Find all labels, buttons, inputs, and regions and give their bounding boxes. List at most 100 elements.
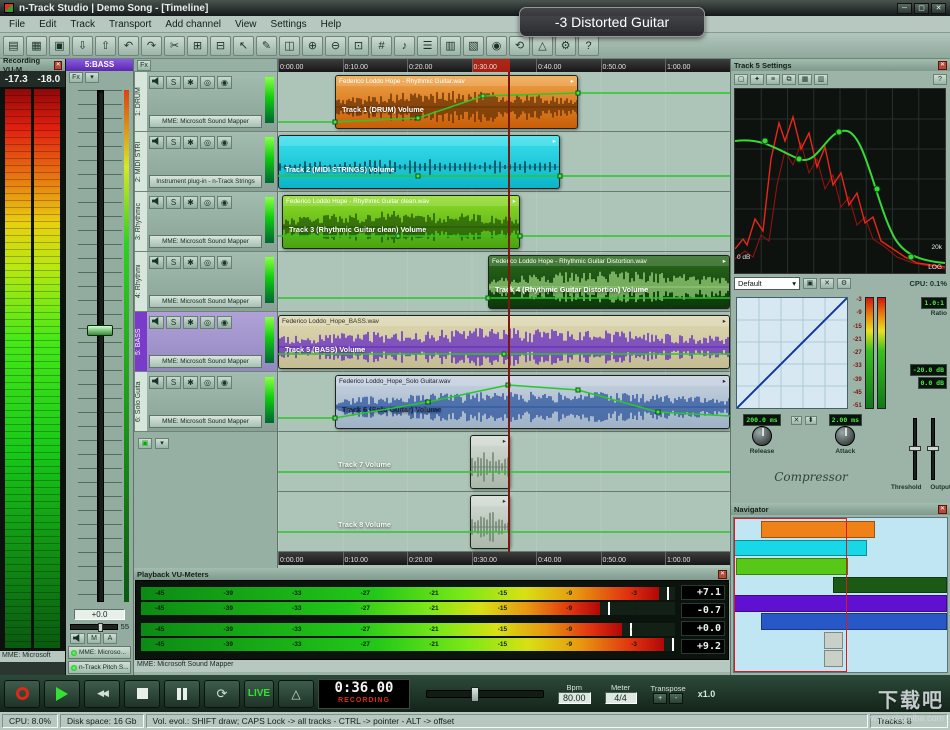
zoom-in-icon[interactable]: ⊕ xyxy=(302,36,323,56)
track-solo-button[interactable]: S xyxy=(166,256,181,269)
channel-name[interactable]: 5:BASS xyxy=(66,59,133,71)
track-device-button[interactable]: MME: Microsoft Sound Mapper xyxy=(149,415,262,428)
automation-button[interactable]: A xyxy=(103,633,117,644)
ratio-value[interactable]: 1.0:1 xyxy=(921,297,947,309)
track-pan-knob[interactable]: ◎ xyxy=(200,376,215,389)
track-speaker-icon[interactable] xyxy=(149,136,164,149)
metronome-icon[interactable]: △ xyxy=(532,36,553,56)
help-icon[interactable]: ? xyxy=(578,36,599,56)
routing-icon[interactable]: ▥ xyxy=(814,74,828,85)
time-ruler-bottom[interactable]: 0:00.000:10.000:20.000:30.000:40.000:50.… xyxy=(278,552,730,565)
track-pan-knob[interactable]: ◎ xyxy=(200,136,215,149)
playhead[interactable] xyxy=(508,72,510,552)
bpm-value[interactable]: 80.00 xyxy=(558,692,591,704)
zoom-out-icon[interactable]: ⊖ xyxy=(325,36,346,56)
menu-item-track[interactable]: Track xyxy=(63,17,102,32)
time-ruler-top[interactable]: 0:00.000:10.000:20.000:30.000:40.000:50.… xyxy=(278,59,730,72)
close-icon[interactable]: ✕ xyxy=(938,505,947,514)
cut-icon[interactable]: ✂ xyxy=(164,36,185,56)
track-speaker-icon[interactable] xyxy=(149,256,164,269)
track-fx-button[interactable]: ✱ xyxy=(183,256,198,269)
grid-icon[interactable]: ▦ xyxy=(798,74,812,85)
grid-icon[interactable]: # xyxy=(371,36,392,56)
meter-value[interactable]: 4/4 xyxy=(605,692,637,704)
loop-mode-icon[interactable]: ⟲ xyxy=(509,36,530,56)
fader-handle[interactable] xyxy=(87,325,113,336)
tools-icon[interactable]: ✦ xyxy=(750,74,764,85)
menu-item-help[interactable]: Help xyxy=(314,17,349,32)
mixer-icon[interactable]: ▥ xyxy=(440,36,461,56)
threshold-value[interactable]: -20.0 dB xyxy=(910,364,947,376)
meters-icon[interactable]: ▧ xyxy=(463,36,484,56)
copy-settings-icon[interactable]: ⧉ xyxy=(782,74,796,85)
pause-button[interactable] xyxy=(164,680,200,708)
channel-device-button[interactable]: MME: Microso... xyxy=(68,646,131,659)
track-name-label[interactable]: 4: Rhythmi xyxy=(134,252,147,311)
metronome-button[interactable]: △ xyxy=(278,680,314,708)
track-pan-knob[interactable]: ◎ xyxy=(200,316,215,329)
clip-volume-icon[interactable]: ▸ xyxy=(513,197,516,205)
track-record-arm-button[interactable]: ◉ xyxy=(217,76,232,89)
erase-tool-icon[interactable]: ◫ xyxy=(279,36,300,56)
audio-clip-track-6[interactable]: Federico Loddo_Hope_Solo Guitar.wav▸Trac… xyxy=(335,375,730,429)
save-preset-icon[interactable]: ▣ xyxy=(803,278,817,289)
audio-clip-track-4[interactable]: Federico Loddo Hope - Rhythmic Guitar Di… xyxy=(488,255,730,309)
track-name-label[interactable]: 6: Solo Guita xyxy=(134,372,147,431)
settings-icon[interactable]: ⚙ xyxy=(555,36,576,56)
track-speaker-icon[interactable] xyxy=(149,316,164,329)
monitor-dropdown-icon[interactable]: ▾ xyxy=(155,438,169,449)
track-pan-knob[interactable]: ◎ xyxy=(200,256,215,269)
close-button[interactable]: ✕ xyxy=(931,3,946,14)
piano-roll-icon[interactable]: ♪ xyxy=(394,36,415,56)
release-value[interactable]: 200.0 ms xyxy=(743,414,780,426)
list-icon[interactable]: ≡ xyxy=(766,74,780,85)
track-speaker-icon[interactable] xyxy=(149,196,164,209)
song-position-slider[interactable] xyxy=(426,690,544,698)
plugin-settings-icon[interactable]: ⚙ xyxy=(837,278,851,289)
record-button[interactable] xyxy=(4,680,40,708)
tracks-fx-button[interactable]: Fx xyxy=(137,60,151,71)
track-pan-knob[interactable]: ◎ xyxy=(200,76,215,89)
navigator-viewport[interactable] xyxy=(734,518,847,672)
draw-tool-icon[interactable]: ✎ xyxy=(256,36,277,56)
audio-clip-track-5[interactable]: Federico Loddo_Hope_BASS.wav▸Track 5 (BA… xyxy=(278,315,730,369)
track-solo-button[interactable]: S xyxy=(166,316,181,329)
attack-value[interactable]: 2.00 ms xyxy=(829,414,862,426)
undo-icon[interactable]: ↶ xyxy=(118,36,139,56)
clip-volume-icon[interactable]: ▸ xyxy=(553,137,556,145)
output-slider[interactable] xyxy=(925,416,941,482)
menu-item-transport[interactable]: Transport xyxy=(102,17,158,32)
track-solo-button[interactable]: S xyxy=(166,136,181,149)
track-device-button[interactable]: MME: Microsoft Sound Mapper xyxy=(149,235,262,248)
track-pan-knob[interactable]: ◎ xyxy=(200,196,215,209)
close-icon[interactable]: ✕ xyxy=(54,61,62,70)
minimize-button[interactable]: ─ xyxy=(897,3,912,14)
channel-fx-button[interactable]: Fx xyxy=(69,72,83,83)
menu-item-file[interactable]: File xyxy=(2,17,32,32)
channel-plugin-button[interactable]: n-Track Pitch S... xyxy=(68,661,131,674)
track-fx-button[interactable]: ✱ xyxy=(183,136,198,149)
navigator-map[interactable] xyxy=(733,517,948,673)
pointer-tool-icon[interactable]: ↖ xyxy=(233,36,254,56)
compressor-curve-display[interactable] xyxy=(736,297,848,409)
detach-window-icon[interactable]: ▢ xyxy=(734,74,748,85)
audio-clip-track-8[interactable]: ▸ xyxy=(470,495,510,549)
clip-volume-icon[interactable]: ▸ xyxy=(503,437,506,445)
track-lanes[interactable]: Federico Loddo Hope - Rhythmic Guitar.wa… xyxy=(278,72,730,552)
preset-dropdown[interactable]: Default▾ xyxy=(734,277,800,290)
channel-menu-button[interactable]: ▾ xyxy=(85,72,99,83)
transpose-down-button[interactable]: - xyxy=(669,693,683,704)
track-record-arm-button[interactable]: ◉ xyxy=(217,136,232,149)
play-button[interactable] xyxy=(44,680,80,708)
delete-preset-icon[interactable]: ✕ xyxy=(820,278,834,289)
close-icon[interactable]: ✕ xyxy=(938,61,947,70)
help-icon[interactable]: ? xyxy=(933,74,947,85)
loop-button[interactable]: ⟳ xyxy=(204,680,240,708)
track-name-label[interactable]: 5: BASS xyxy=(134,312,147,371)
track-device-button[interactable]: MME: Microsoft Sound Mapper xyxy=(149,115,262,128)
track-solo-button[interactable]: S xyxy=(166,196,181,209)
clip-volume-icon[interactable]: ▸ xyxy=(723,317,726,325)
event-list-icon[interactable]: ☰ xyxy=(417,36,438,56)
audio-clip-track-3[interactable]: Federico Loddo Hope - Rhythmic Guitar cl… xyxy=(282,195,520,249)
mute-button[interactable]: M xyxy=(87,633,101,644)
